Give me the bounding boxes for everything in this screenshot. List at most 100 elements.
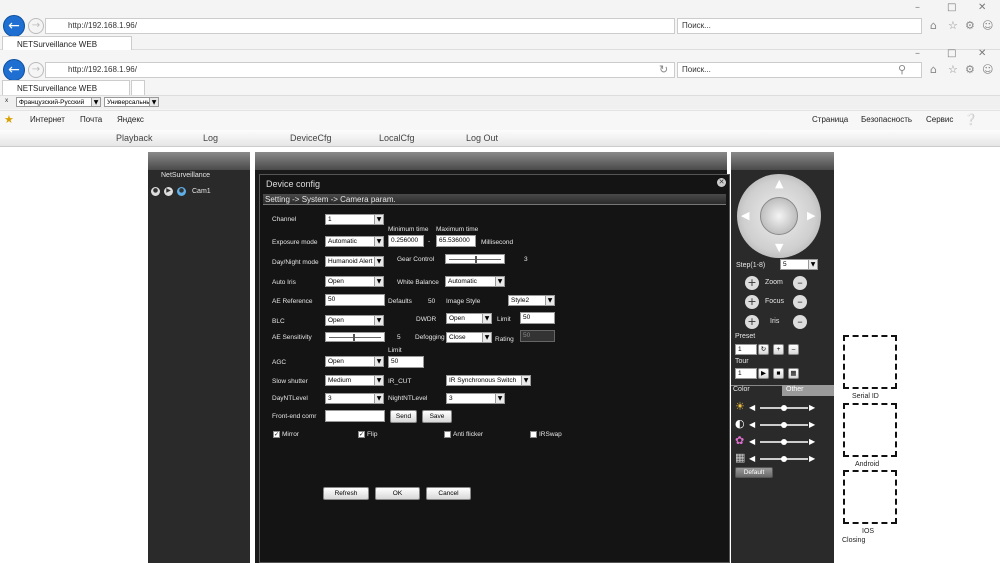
preset-goto-button[interactable]: ↻: [758, 344, 769, 355]
play-icon[interactable]: ▶: [164, 187, 173, 196]
anti-flicker-checkbox[interactable]: [444, 431, 451, 438]
ok-button[interactable]: OK: [375, 487, 420, 500]
translate-close-icon[interactable]: x: [5, 97, 8, 104]
iris-plus-icon[interactable]: +: [745, 315, 759, 329]
back-window-back-icon[interactable]: ←: [3, 15, 25, 37]
dwdr-limit-input[interactable]: 50: [520, 312, 555, 324]
hue-slider[interactable]: [760, 456, 808, 462]
preset-input[interactable]: 1: [735, 344, 757, 355]
contrast-slider[interactable]: [760, 422, 808, 428]
day-nt-level-select[interactable]: 3 ▼: [325, 393, 384, 404]
flip-checkbox[interactable]: ✓: [358, 431, 365, 438]
help-icon[interactable]: ❔: [964, 114, 978, 126]
smiley-icon[interactable]: ☺: [982, 64, 993, 76]
irswap-checkbox[interactable]: [530, 431, 537, 438]
brightness-increase-icon[interactable]: ▶: [809, 402, 815, 414]
menu-log[interactable]: Log: [203, 133, 218, 143]
menu-localcfg[interactable]: LocalCfg: [379, 133, 415, 143]
back-window-star-icon[interactable]: ☆: [948, 20, 958, 32]
settings-gear-icon[interactable]: ⚙: [965, 64, 975, 76]
focus-minus-icon[interactable]: –: [793, 295, 807, 309]
ptz-right-arrow-icon[interactable]: ▶: [807, 210, 815, 222]
saturation-thumb[interactable]: [781, 439, 787, 445]
dwdr-select[interactable]: Open ▼: [446, 313, 492, 324]
active-tab[interactable]: NETSurveillance WEB: [2, 80, 130, 95]
min-time-input[interactable]: 0.256000: [388, 235, 424, 247]
menu-logout[interactable]: Log Out: [466, 133, 498, 143]
saturation-increase-icon[interactable]: ▶: [809, 436, 815, 448]
close-window-icon[interactable]: ✕: [978, 48, 986, 59]
forward-icon[interactable]: →: [28, 62, 44, 78]
mirror-checkbox[interactable]: ✓: [273, 431, 280, 438]
minimize-icon[interactable]: –: [915, 48, 920, 59]
gear-control-slider[interactable]: [445, 254, 505, 264]
contrast-decrease-icon[interactable]: ◀: [749, 419, 755, 431]
menu-devicecfg[interactable]: DeviceCfg: [290, 133, 332, 143]
back-window-minimize-icon[interactable]: –: [915, 2, 920, 13]
saturation-decrease-icon[interactable]: ◀: [749, 436, 755, 448]
back-window-forward-icon[interactable]: →: [28, 18, 44, 34]
ptz-center-button[interactable]: [760, 197, 798, 235]
iris-minus-icon[interactable]: –: [793, 315, 807, 329]
color-default-button[interactable]: Default: [735, 467, 773, 478]
ae-sensitivity-slider[interactable]: [325, 332, 385, 342]
preset-remove-button[interactable]: –: [788, 344, 799, 355]
fav-mail[interactable]: Почта: [80, 115, 102, 124]
saturation-slider[interactable]: [760, 439, 808, 445]
max-time-input[interactable]: 65.536000: [436, 235, 476, 247]
image-style-select[interactable]: Style2 ▼: [508, 295, 555, 306]
exposure-select[interactable]: Automatic ▼: [325, 236, 384, 247]
device-tree-title[interactable]: NetSurveillance: [161, 172, 210, 179]
white-balance-select[interactable]: Automatic ▼: [445, 276, 505, 287]
autoiris-select[interactable]: Open ▼: [325, 276, 384, 287]
preset-add-button[interactable]: +: [773, 344, 784, 355]
hue-thumb[interactable]: [781, 456, 787, 462]
address-bar[interactable]: http://192.168.1.96/: [45, 62, 675, 78]
toolbar-service[interactable]: Сервис: [926, 115, 953, 124]
step-select[interactable]: 5 ▼: [780, 259, 818, 270]
back-window-restore-icon[interactable]: □: [947, 2, 956, 13]
favorites-star-icon[interactable]: ☆: [948, 64, 958, 76]
back-window-search[interactable]: Поиск...: [677, 18, 922, 34]
agc-limit-input[interactable]: 50: [388, 356, 424, 368]
daynight-select[interactable]: Humanoid Alert ▼: [325, 256, 384, 267]
ptz-down-arrow-icon[interactable]: ▼: [775, 242, 783, 254]
favorites-icon[interactable]: ★: [4, 114, 14, 126]
dialog-close-icon[interactable]: ✕: [717, 178, 726, 187]
back-window-home-icon[interactable]: ⌂: [930, 20, 937, 32]
hue-decrease-icon[interactable]: ◀: [749, 453, 755, 465]
ptz-left-arrow-icon[interactable]: ◀: [741, 210, 749, 222]
channel-select[interactable]: 1 ▼: [325, 214, 384, 225]
cancel-button[interactable]: Cancel: [426, 487, 471, 500]
tour-play-button[interactable]: ▶: [758, 368, 769, 379]
ircut-select[interactable]: IR Synchronous Switch ▼: [446, 375, 531, 386]
restore-icon[interactable]: □: [947, 48, 956, 59]
refresh-icon[interactable]: ↻: [659, 64, 668, 76]
agc-select[interactable]: Open ▼: [325, 356, 384, 367]
front-end-input[interactable]: [325, 410, 385, 422]
closing-label[interactable]: Closing: [842, 537, 865, 544]
menu-playback[interactable]: Playback: [116, 133, 153, 143]
send-button[interactable]: Send: [390, 410, 417, 423]
translate-from-select[interactable]: Французский-Русский ▼: [16, 97, 101, 107]
zoom-in-icon[interactable]: +: [745, 276, 759, 290]
brightness-decrease-icon[interactable]: ◀: [749, 402, 755, 414]
blc-select[interactable]: Open ▼: [325, 315, 384, 326]
toolbar-security[interactable]: Безопасность: [861, 115, 912, 124]
back-window-close-icon[interactable]: ✕: [978, 2, 986, 13]
save-button[interactable]: Save: [422, 410, 452, 423]
camera-item[interactable]: Cam1: [192, 188, 211, 195]
zoom-out-icon[interactable]: –: [793, 276, 807, 290]
slow-shutter-select[interactable]: Medium ▼: [325, 375, 384, 386]
search-icon[interactable]: ⚲: [898, 64, 906, 76]
toolbar-page[interactable]: Страница: [812, 115, 848, 124]
fav-internet[interactable]: Интернет: [30, 115, 65, 124]
contrast-thumb[interactable]: [781, 422, 787, 428]
defogging-select[interactable]: Close ▼: [446, 332, 492, 343]
refresh-button[interactable]: Refresh: [323, 487, 369, 500]
fav-yandex[interactable]: Яндекс: [117, 115, 144, 124]
search-input[interactable]: Поиск...: [677, 62, 922, 78]
tour-input[interactable]: 1: [735, 368, 757, 379]
brightness-thumb[interactable]: [781, 405, 787, 411]
ae-reference-input[interactable]: 50: [325, 294, 385, 306]
